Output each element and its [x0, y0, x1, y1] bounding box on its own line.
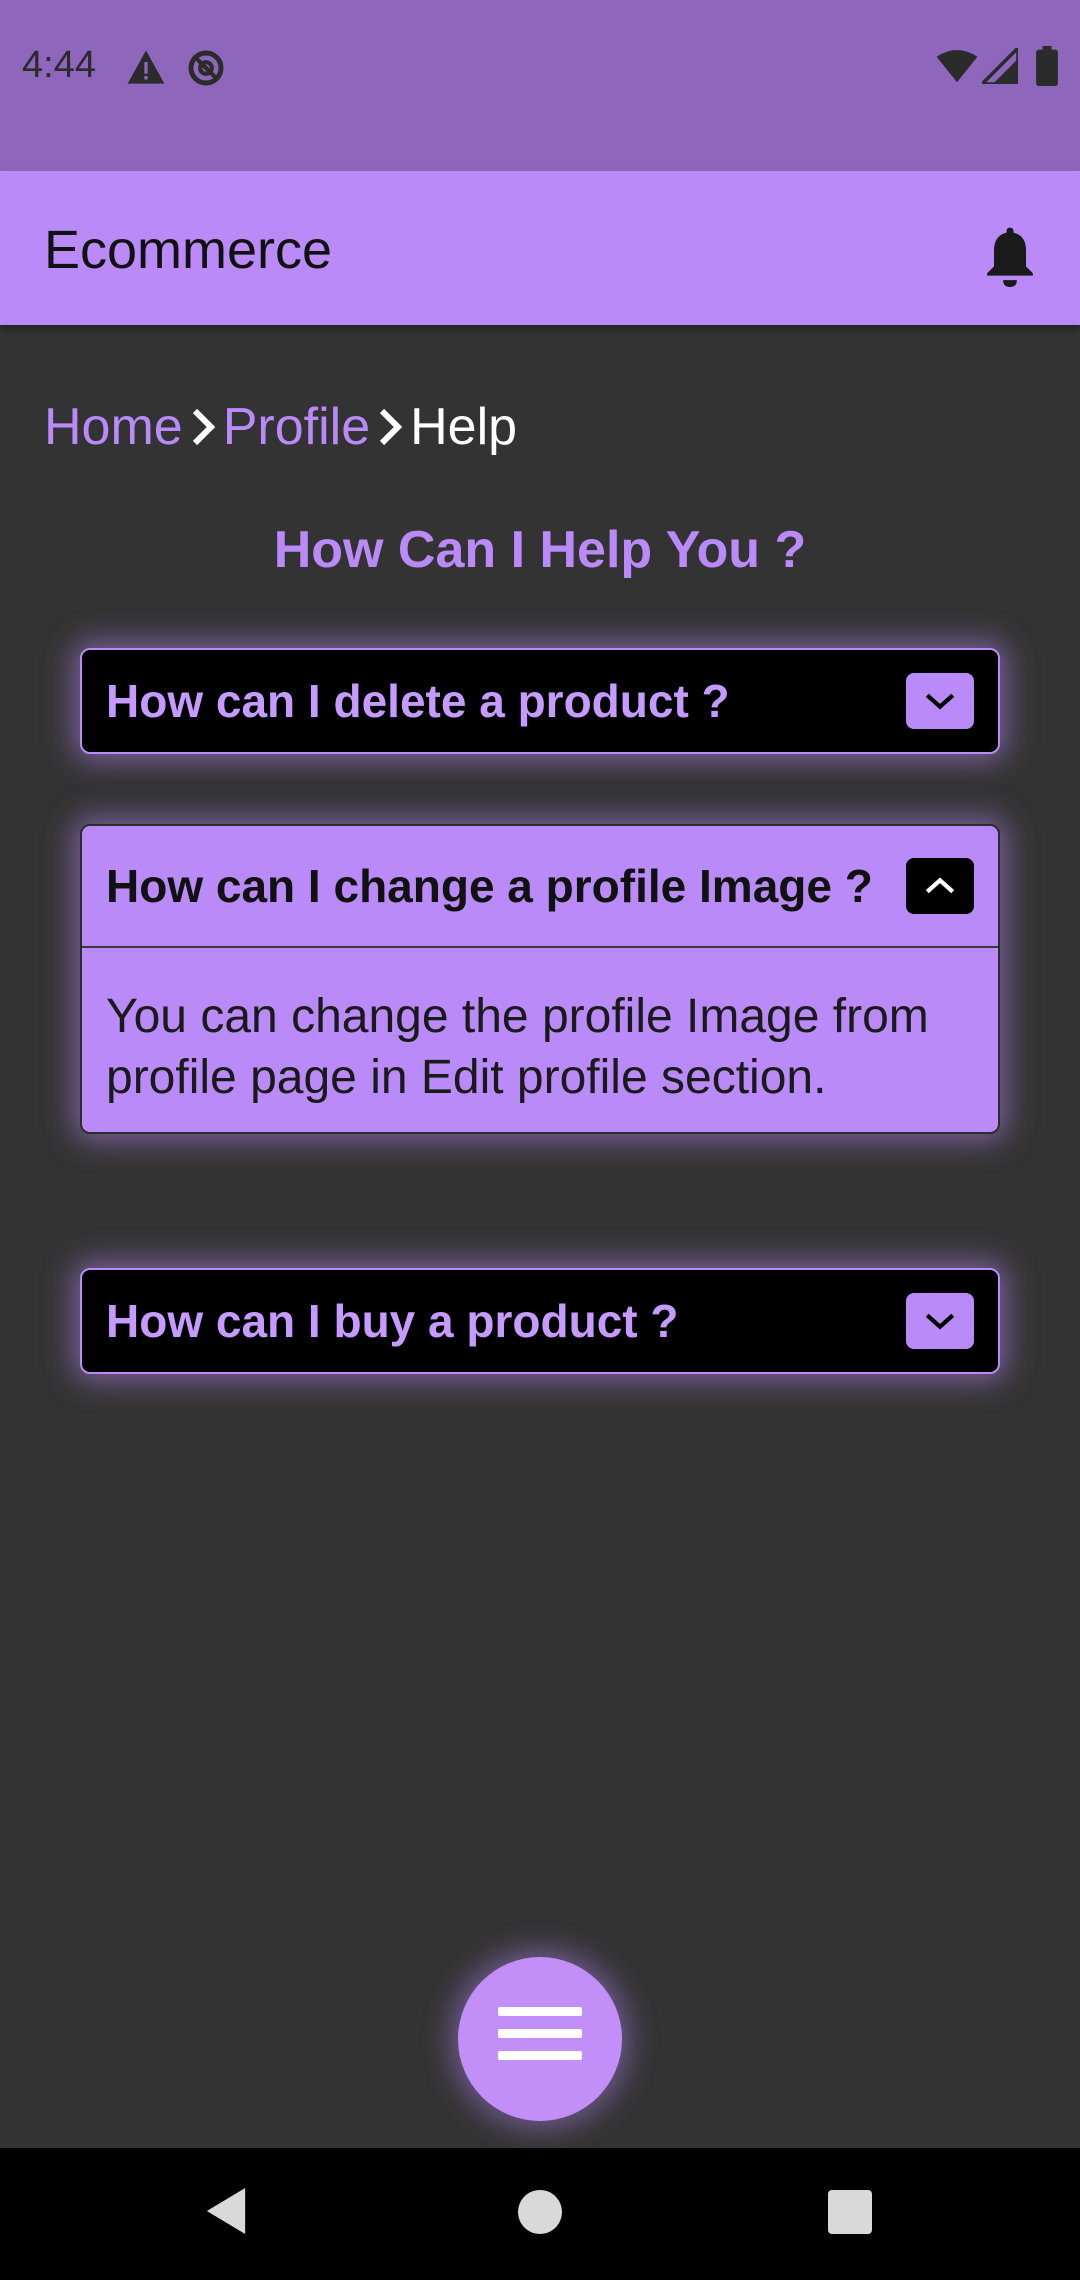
system-nav-bar	[0, 2148, 1080, 2280]
status-time: 4:44	[22, 44, 96, 86]
breadcrumb-home[interactable]: Home	[44, 397, 183, 457]
menu-button[interactable]	[458, 1957, 622, 2121]
faq-question: How can I delete a product ?	[106, 675, 730, 727]
faq-question: How can I change a profile Image ?	[106, 860, 873, 912]
breadcrumb-current: Help	[410, 398, 518, 456]
faq-header[interactable]: How can I change a profile Image ?	[82, 826, 998, 948]
breadcrumb-profile[interactable]: Profile	[223, 397, 370, 457]
chevron-down-icon	[925, 693, 955, 710]
expand-button[interactable]	[906, 673, 974, 729]
app-bar: Ecommerce	[0, 171, 1080, 325]
battery-icon	[1036, 46, 1058, 91]
back-icon[interactable]	[206, 2188, 246, 2239]
faq-header[interactable]: How can I delete a product ?	[82, 650, 998, 752]
bell-icon[interactable]	[982, 223, 1038, 287]
chevron-up-icon	[925, 877, 955, 894]
faq-answer: You can change the profile Image from pr…	[106, 990, 929, 1104]
page-title: How Can I Help You ?	[273, 521, 807, 579]
signal-icon	[977, 43, 1020, 89]
faq-item: How can I change a profile Image ? You c…	[80, 824, 1000, 1134]
recents-icon[interactable]	[828, 2190, 872, 2239]
home-icon[interactable]	[518, 2190, 562, 2239]
faq-item: How can I delete a product ?	[80, 648, 1000, 754]
faq-header[interactable]: How can I buy a product ?	[82, 1270, 998, 1372]
chevron-right-icon	[370, 401, 410, 453]
status-bar: 4:44	[0, 0, 1080, 171]
faq-item: How can I buy a product ?	[80, 1268, 1000, 1374]
wifi-icon	[936, 50, 978, 89]
app-title: Ecommerce	[44, 220, 333, 280]
expand-button[interactable]	[906, 1293, 974, 1349]
chevron-right-icon	[183, 401, 223, 453]
data-saver-icon	[186, 48, 226, 93]
chevron-down-icon	[925, 1313, 955, 1330]
warning-icon	[126, 48, 166, 91]
collapse-button[interactable]	[906, 858, 974, 914]
breadcrumb: Home Profile Help	[44, 392, 517, 462]
faq-question: How can I buy a product ?	[106, 1295, 679, 1347]
